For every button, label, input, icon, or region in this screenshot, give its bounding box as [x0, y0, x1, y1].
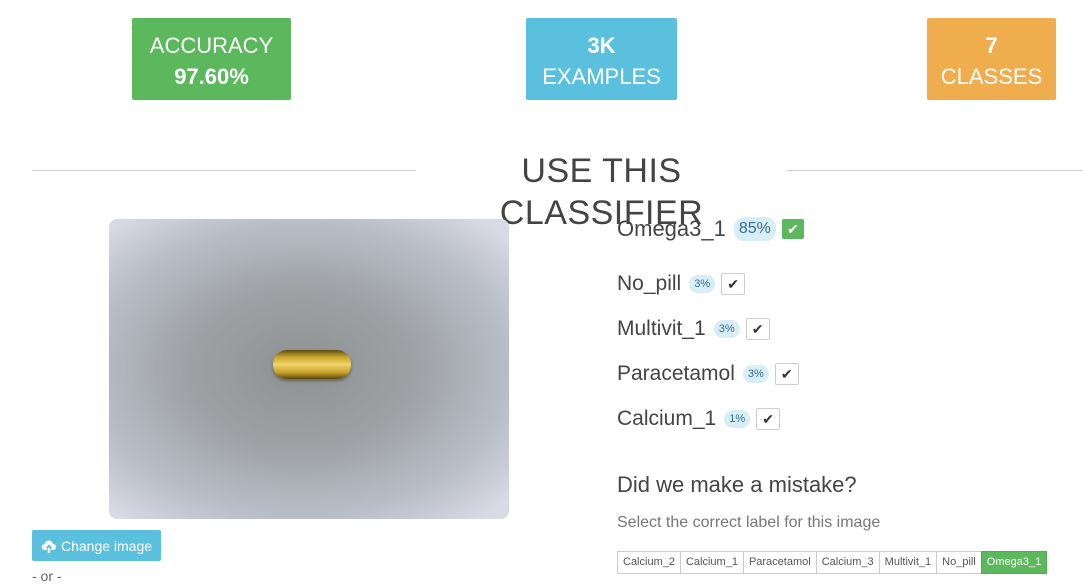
check-icon[interactable]: ✔	[756, 408, 781, 430]
check-icon[interactable]: ✔	[745, 318, 770, 340]
prediction-name: Multivit_1	[617, 317, 706, 340]
prediction-percent: 3%	[689, 275, 716, 293]
prediction-percent: 3%	[742, 365, 769, 383]
mistake-subtitle: Select the correct label for this image	[617, 514, 881, 531]
prediction-row: No_pill 3% ✔	[617, 272, 746, 296]
label-button[interactable]: Multivit_1	[878, 551, 938, 574]
mistake-title: Did we make a mistake?	[617, 472, 857, 497]
check-icon[interactable]: ✔	[721, 273, 746, 295]
label-button-selected[interactable]: Omega3_1	[980, 551, 1048, 574]
prediction-name: Paracetamol	[617, 362, 735, 385]
check-icon[interactable]: ✔	[781, 219, 804, 239]
label-button[interactable]: Calcium_1	[679, 551, 744, 574]
examples-value: 3K	[587, 33, 616, 58]
classes-stat: 7 CLASSES	[927, 18, 1056, 100]
divider-left	[32, 170, 416, 171]
classified-image	[109, 219, 509, 519]
prediction-percent: 1%	[724, 410, 751, 428]
prediction-name: Omega3_1	[617, 216, 726, 241]
prediction-percent: 3%	[713, 320, 740, 338]
label-button[interactable]: Paracetamol	[742, 551, 817, 574]
prediction-name: No_pill	[617, 272, 682, 295]
label-button[interactable]: Calcium_2	[617, 551, 681, 574]
examples-stat: 3K EXAMPLES	[526, 18, 677, 100]
label-button-group: Calcium_2 Calcium_1 Paracetamol Calcium_…	[617, 551, 1048, 574]
accuracy-value: 97.60%	[174, 64, 249, 89]
change-image-label: Change image	[60, 537, 153, 554]
change-image-button[interactable]: Change image	[32, 530, 161, 561]
prediction-row: Paracetamol 3% ✔	[617, 362, 799, 386]
label-button[interactable]: Calcium_3	[815, 551, 880, 574]
cloud-upload-icon	[41, 539, 57, 553]
prediction-row: Omega3_1 85% ✔	[617, 216, 804, 242]
accuracy-stat: ACCURACY 97.60%	[132, 18, 291, 100]
divider-right	[787, 170, 1083, 171]
or-separator: - or -	[32, 568, 62, 584]
classes-label: CLASSES	[940, 64, 1043, 89]
accuracy-label: ACCURACY	[149, 33, 274, 58]
prediction-row: Calcium_1 1% ✔	[617, 407, 781, 431]
prediction-row: Multivit_1 3% ✔	[617, 317, 770, 341]
prediction-percent: 85%	[733, 217, 776, 241]
prediction-name: Calcium_1	[617, 407, 717, 430]
examples-label: EXAMPLES	[542, 64, 661, 89]
check-icon[interactable]: ✔	[774, 363, 799, 385]
classes-value: 7	[985, 33, 998, 58]
pill-capsule	[273, 350, 351, 379]
label-button[interactable]: No_pill	[936, 551, 982, 574]
